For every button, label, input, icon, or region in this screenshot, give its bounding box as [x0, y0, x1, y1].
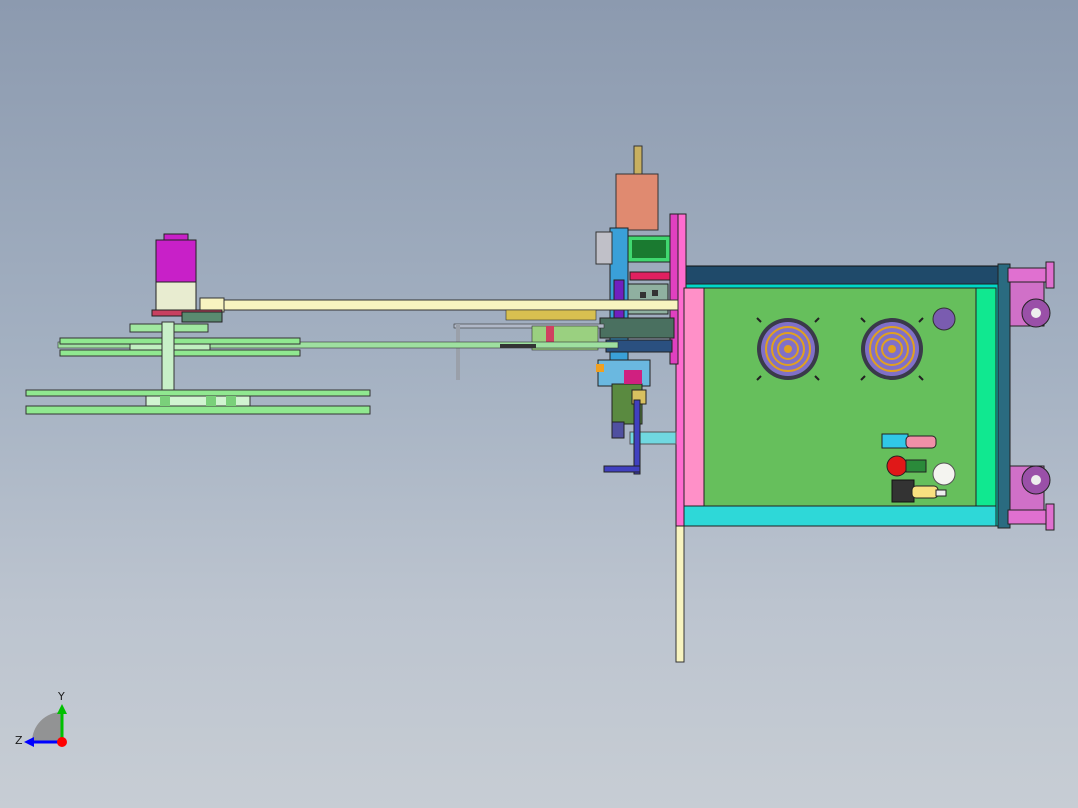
fan-grille-icon [860, 317, 924, 381]
pulley-stack [25, 321, 371, 415]
purple-knob-icon [932, 307, 956, 331]
caster-bottom [1007, 465, 1055, 531]
cabinet-left-panel [683, 287, 705, 507]
cad-viewport[interactable]: Y Z [0, 0, 1078, 808]
coordinate-triad: Y Z [15, 690, 67, 747]
z-axis-label: Z [15, 734, 23, 747]
white-indicator-icon [932, 462, 956, 486]
y-axis-label: Y [57, 690, 65, 703]
support-leg [675, 519, 685, 663]
x-axis-origin-icon [57, 737, 67, 747]
cabinet-top-bar [679, 265, 1001, 285]
cabinet-bottom-bar [683, 505, 997, 527]
cabinet-right-strip [975, 287, 997, 507]
cabinet[interactable] [675, 213, 1001, 527]
emergency-stop-icon[interactable] [886, 455, 908, 477]
